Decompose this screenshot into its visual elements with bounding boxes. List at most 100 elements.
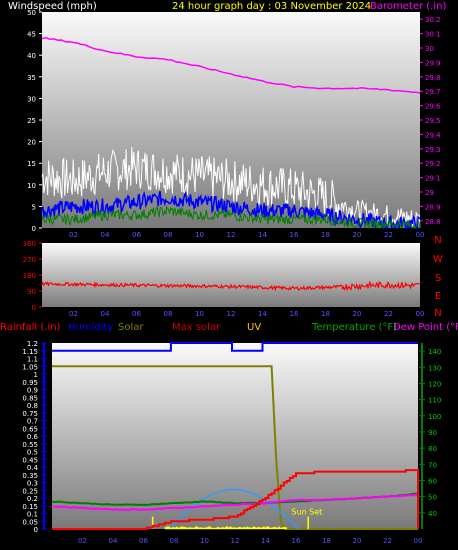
dir-x-tick-label: 08 (164, 310, 173, 318)
rain-tick-label: 0.45 (22, 456, 38, 464)
baro-tick-label: 29.3 (425, 146, 441, 154)
temp-tick-label: 140 (428, 348, 441, 356)
rain-tick-label: 0.4 (27, 464, 39, 472)
compass-letter: S (435, 273, 441, 284)
baro-tick-label: 28.9 (425, 203, 441, 211)
baro-tick-label: 29.8 (425, 74, 441, 82)
baro-tick-label: 29.4 (425, 131, 441, 139)
wind-x-tick-label: 18 (321, 231, 330, 239)
humidity-label: Humidity (68, 322, 113, 333)
max-solar-label: Max solar (172, 322, 221, 333)
rain-tick-label: 0.9 (27, 387, 38, 395)
rain-tick-label: 0.7 (27, 418, 38, 426)
baro-tick-label: 29 (425, 189, 434, 197)
temp-tick-label: 130 (428, 364, 441, 372)
baro-tick-label: 29.9 (425, 59, 441, 67)
rain-x-tick-label: 04 (109, 537, 118, 545)
uv-fill (164, 526, 288, 530)
dir-x-tick-label: 18 (321, 310, 330, 318)
temp-tick-label: 120 (428, 380, 441, 388)
wind-tick-label: 10 (27, 182, 36, 190)
wind-tick-label: 15 (27, 160, 36, 168)
wind-tick-label: 20 (27, 139, 36, 147)
rain-tick-label: 1.05 (22, 363, 38, 371)
baro-tick-label: 29.2 (425, 160, 441, 168)
rain-x-tick-label: 20 (353, 537, 362, 545)
compass-letter: W (433, 254, 443, 265)
dir-tick-label: 180 (23, 272, 36, 280)
dir-x-tick-label: 00 (416, 310, 425, 318)
rain-tick-label: 0.1 (27, 511, 38, 519)
rain-x-tick-label: 22 (383, 537, 392, 545)
wind-x-tick-label: 14 (258, 231, 267, 239)
wind-tick-label: 50 (27, 9, 36, 17)
rain-x-tick-label: 06 (139, 537, 148, 545)
wind-x-tick-label: 00 (416, 231, 425, 239)
wind-tick-label: 25 (27, 117, 36, 125)
wind-x-tick-label: 22 (384, 231, 393, 239)
temp-tick-label: 60 (428, 477, 437, 485)
wind-x-tick-label: 04 (101, 231, 110, 239)
temp-tick-label: 80 (428, 445, 437, 453)
dir-x-tick-label: 14 (258, 310, 267, 318)
dir-x-tick-label: 06 (132, 310, 141, 318)
baro-tick-label: 29.5 (425, 117, 441, 125)
rain-tick-label: 0.8 (27, 402, 38, 410)
rain-tick-label: 1.1 (27, 356, 38, 364)
temp-tick-label: 40 (428, 510, 437, 518)
solar-label: Solar (118, 322, 144, 333)
rain-tick-label: 0.5 (27, 449, 38, 457)
baro-tick-label: 30.1 (425, 31, 441, 39)
wind-x-tick-label: 10 (195, 231, 204, 239)
dir-plot-area (42, 243, 420, 307)
rain-x-tick-label: 16 (292, 537, 301, 545)
dir-x-tick-label: 20 (353, 310, 362, 318)
rain-tick-label: 0.25 (22, 487, 38, 495)
weather-charts: Windspeed (mph) 24 hour graph day : 03 N… (0, 1, 458, 545)
temperature-label: Temperature (°F) (311, 322, 397, 333)
wind-x-tick-label: 08 (164, 231, 173, 239)
barometer-axis-label: Barometer (.in) (370, 1, 446, 12)
rain-tick-label: 0.95 (22, 379, 38, 387)
wind-x-tick-label: 06 (132, 231, 141, 239)
rain-x-tick-label: 00 (414, 537, 423, 545)
dir-x-tick-label: 02 (69, 310, 78, 318)
wind-tick-label: 40 (27, 52, 36, 60)
temp-tick-label: 90 (428, 429, 437, 437)
rain-tick-label: 1.2 (27, 340, 38, 348)
dir-tick-label: 360 (23, 240, 36, 248)
temp-tick-label: 100 (428, 413, 441, 421)
baro-tick-label: 28.8 (425, 218, 441, 226)
compass-letter: N (434, 308, 441, 319)
rain-plot-area (52, 343, 418, 529)
uv-label: UV (247, 322, 261, 333)
dir-x-tick-label: 10 (195, 310, 204, 318)
chart-title: 24 hour graph day : 03 November 2024 (172, 1, 371, 12)
dir-tick-label: 0 (32, 304, 36, 312)
wind-x-tick-label: 12 (227, 231, 236, 239)
rain-tick-label: 1.15 (22, 348, 38, 356)
rain-tick-label: 0.2 (27, 495, 38, 503)
wind-tick-label: 0 (32, 225, 36, 233)
wind-plot-area (42, 12, 420, 228)
dir-tick-label: 270 (23, 256, 36, 264)
wind-tick-label: 30 (27, 95, 36, 103)
rain-x-tick-label: 18 (322, 537, 331, 545)
wind-tick-label: 5 (32, 203, 36, 211)
rain-x-tick-label: 02 (78, 537, 87, 545)
rain-x-tick-label: 10 (200, 537, 209, 545)
rain-tick-label: 0.55 (22, 441, 38, 449)
dewpoint-label: Dew Point (°F) (393, 322, 458, 333)
rain-x-tick-label: 12 (231, 537, 240, 545)
wind-axis-label: Windspeed (mph) (8, 1, 97, 12)
temp-tick-label: 110 (428, 397, 441, 405)
rain-tick-label: 1 (34, 371, 38, 379)
baro-tick-label: 29.1 (425, 175, 441, 183)
dir-x-tick-label: 04 (101, 310, 110, 318)
wind-x-tick-label: 20 (353, 231, 362, 239)
rain-tick-label: 0.6 (27, 433, 39, 441)
baro-tick-label: 29.6 (425, 103, 441, 111)
wind-x-tick-label: 16 (290, 231, 299, 239)
sunset-annotation: Sun Set (291, 507, 322, 516)
rain-tick-label: 0.3 (27, 480, 38, 488)
